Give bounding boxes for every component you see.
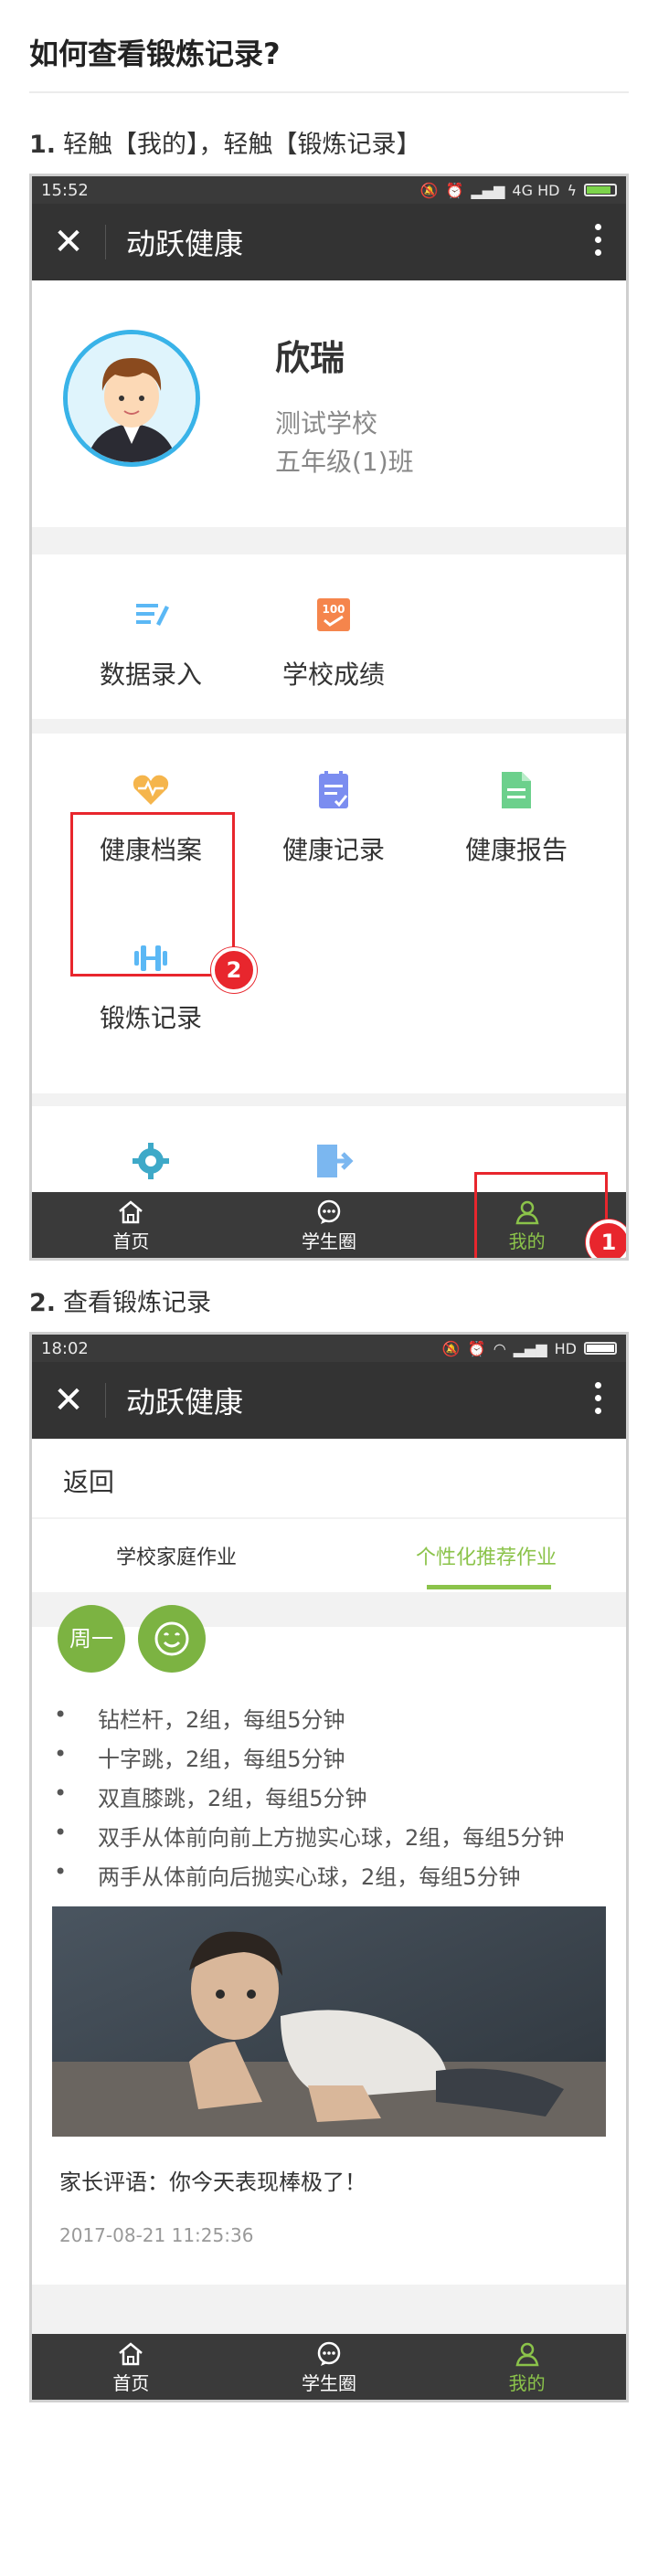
step-2-number: 2. [29, 1289, 57, 1317]
home-icon [32, 1198, 230, 1227]
app-bar: ✕ 动跃健康 [32, 1362, 626, 1439]
menu-item-health-record[interactable]: 健康记录 [242, 770, 425, 867]
status-time: 15:52 [41, 180, 89, 200]
menu-label: 健康记录 [281, 835, 385, 865]
exercise-item: 十字跳，2组，每组5分钟 [54, 1741, 345, 1773]
settings-icon[interactable] [131, 1141, 171, 1185]
profile-card: 欣瑞 测试学校 五年级(1)班 [32, 280, 626, 527]
tab-home[interactable]: 首页 [32, 2334, 230, 2400]
step-2-label: 2. 查看锻炼记录 [29, 1283, 211, 1318]
tab-label: 首页 [112, 2372, 150, 2394]
tab-label: 学生圈 [302, 2372, 356, 2394]
menu-item-school-score[interactable]: 100 学校成绩 [242, 595, 425, 692]
network-label: HD [554, 1339, 577, 1357]
step-1-label: 1. 轻触【我的】，轻触【锻炼记录】 [29, 124, 421, 160]
avatar[interactable] [63, 330, 200, 467]
exercise-item: 两手从体前向后抛实心球，2组，每组5分钟 [54, 1859, 521, 1891]
divider [29, 91, 629, 93]
comment-timestamp: 2017-08-21 11:25:36 [59, 2224, 254, 2246]
profile-icon [428, 2339, 626, 2369]
menu-label: 锻炼记录 [99, 1003, 202, 1033]
health-file-icon [131, 770, 171, 810]
page-title: 如何查看锻炼记录? [29, 37, 281, 71]
alarm-icon: ⏰ [445, 181, 464, 199]
battery-icon [584, 184, 617, 196]
battery-icon [584, 1342, 617, 1355]
tab-label: 我的 [508, 2372, 546, 2394]
bottom-tab-bar: 首页 学生圈 我的 [32, 2334, 626, 2400]
tab-mine[interactable]: 我的 [428, 2334, 626, 2400]
home-icon [32, 2339, 230, 2369]
more-icon[interactable] [595, 1382, 602, 1419]
step-badge-2: 2 [211, 947, 257, 993]
svg-text:100: 100 [322, 603, 345, 616]
tab-school-homework[interactable]: 学校家庭作业 [116, 1541, 237, 1570]
screen-2-phone: 18:02 🔕 ⏰ ◠ ▂▄▆ HD ✕ 动跃健康 返回 学校家庭作业 个性化推… [29, 1332, 629, 2402]
menu-section-1: 数据录入 100 学校成绩 [32, 554, 626, 719]
tab-student-circle[interactable]: 学生圈 [230, 1192, 429, 1258]
back-bar: 返回 [32, 1439, 626, 1517]
network-label: 4G HD [512, 181, 560, 199]
profile-name: 欣瑞 [275, 338, 345, 378]
mute-icon: 🔕 [419, 181, 439, 199]
app-bar: ✕ 动跃健康 [32, 204, 626, 280]
tab-personalized-homework[interactable]: 个性化推荐作业 [416, 1541, 557, 1570]
mute-icon: 🔕 [441, 1339, 461, 1357]
chat-icon [230, 2339, 429, 2369]
status-time: 18:02 [41, 1338, 89, 1358]
tab-student-circle[interactable]: 学生圈 [230, 2334, 429, 2400]
exercise-item: 双直膝跳，2组，每组5分钟 [54, 1780, 367, 1812]
profile-school: 测试学校 [275, 408, 378, 438]
appbar-separator [105, 225, 106, 259]
day-badge: 周一 [58, 1605, 125, 1673]
tab-label: 首页 [112, 1230, 150, 1252]
exercise-card: 周一 钻栏杆，2组，每组5分钟 十字跳，2组，每组5分钟 双直膝跳，2组，每组5… [32, 1605, 626, 2285]
exercise-item: 双手从体前向前上方抛实心球，2组，每组5分钟 [54, 1820, 565, 1852]
screen-1-phone: 15:52 🔕 ⏰ ▂▄▆ 4G HD ϟ ✕ 动跃健康 欣瑞 测试学校 五年级… [29, 174, 629, 1261]
menu-item-data-entry[interactable]: 数据录入 [59, 595, 242, 692]
back-button[interactable]: 返回 [63, 1462, 114, 1499]
app-title: 动跃健康 [126, 227, 244, 261]
highlight-exercise-record [70, 812, 235, 977]
tab-label: 学生圈 [302, 1230, 356, 1252]
close-icon[interactable]: ✕ [32, 221, 105, 263]
step-badge-1: 1 [586, 1219, 626, 1258]
health-record-icon [313, 770, 354, 810]
menu-item-health-report[interactable]: 健康报告 [425, 770, 608, 867]
homework-tabs: 学校家庭作业 个性化推荐作业 [32, 1519, 626, 1592]
appbar-separator [105, 1383, 106, 1418]
more-icon[interactable] [595, 224, 602, 260]
close-icon[interactable]: ✕ [32, 1379, 105, 1421]
exercise-item: 钻栏杆，2组，每组5分钟 [54, 1702, 345, 1734]
chat-icon [230, 1198, 429, 1227]
smile-icon [138, 1605, 206, 1673]
menu-label: 学校成绩 [281, 660, 385, 690]
health-report-icon [496, 770, 536, 810]
status-bar: 15:52 🔕 ⏰ ▂▄▆ 4G HD ϟ [32, 176, 626, 204]
menu-label: 数据录入 [99, 660, 202, 690]
signal-icon: ▂▄▆ [513, 1339, 547, 1357]
alarm-icon: ⏰ [467, 1339, 486, 1357]
logout-icon[interactable] [313, 1141, 354, 1185]
school-score-icon: 100 [313, 595, 354, 635]
step-2-text: 查看锻炼记录 [63, 1289, 212, 1317]
status-bar: 18:02 🔕 ⏰ ◠ ▂▄▆ HD [32, 1335, 626, 1362]
exercise-photo[interactable] [52, 1906, 606, 2137]
parent-comment: 家长评语：你今天表现棒极了！ [59, 2170, 366, 2195]
tab-home[interactable]: 首页 [32, 1192, 230, 1258]
data-entry-icon [131, 595, 171, 635]
step-1-text: 轻触【我的】，轻触【锻炼记录】 [63, 131, 421, 159]
wifi-icon: ◠ [493, 1339, 506, 1357]
app-title: 动跃健康 [126, 1385, 244, 1420]
profile-class: 五年级(1)班 [275, 447, 414, 477]
signal-icon: ▂▄▆ [471, 181, 505, 199]
active-tab-indicator [427, 1585, 551, 1589]
menu-label: 健康报告 [464, 835, 568, 865]
charging-icon: ϟ [567, 181, 577, 199]
step-1-number: 1. [29, 131, 57, 159]
